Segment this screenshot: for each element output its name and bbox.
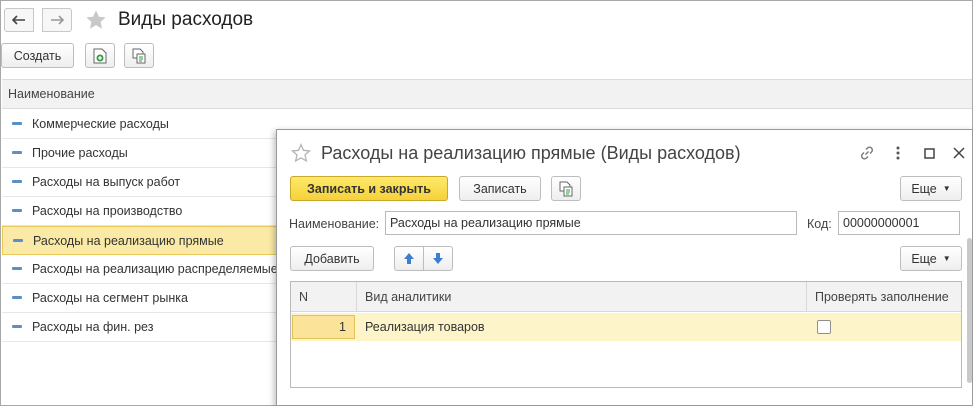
list-item-label: Расходы на сегмент рынка bbox=[32, 291, 188, 305]
create-button[interactable]: Создать bbox=[1, 43, 74, 68]
add-copy-icon bbox=[93, 48, 107, 63]
arrow-left-icon bbox=[12, 15, 25, 25]
save-button[interactable]: Записать bbox=[459, 176, 541, 201]
close-button[interactable] bbox=[949, 143, 969, 163]
list-item-label: Расходы на фин. рез bbox=[32, 320, 154, 334]
arrow-up-icon bbox=[404, 253, 414, 264]
list-item-label: Расходы на реализацию распределяемые bbox=[32, 262, 278, 276]
move-up-button[interactable] bbox=[394, 246, 424, 271]
item-marker-icon bbox=[12, 325, 22, 328]
more-menu-button[interactable]: Еще ▼ bbox=[900, 176, 962, 201]
more-vertical-icon bbox=[896, 146, 900, 160]
doc-report-icon bbox=[132, 48, 146, 63]
item-marker-icon bbox=[12, 151, 22, 154]
arrow-down-icon bbox=[433, 253, 443, 264]
column-header-n[interactable]: N bbox=[291, 282, 357, 312]
close-icon bbox=[953, 147, 965, 159]
report-button[interactable] bbox=[124, 43, 154, 68]
page-title: Виды расходов bbox=[118, 9, 254, 30]
favorite-star-icon[interactable] bbox=[290, 143, 312, 166]
add-copy-button[interactable] bbox=[85, 43, 115, 68]
item-marker-icon bbox=[12, 209, 22, 212]
list-item-label: Прочие расходы bbox=[32, 146, 128, 160]
arrow-right-icon bbox=[51, 15, 64, 25]
code-label: Код: bbox=[807, 217, 832, 231]
analytics-table: N Вид аналитики Проверять заполнение 1 Р… bbox=[290, 281, 962, 388]
item-marker-icon bbox=[12, 122, 22, 125]
favorite-star-icon[interactable] bbox=[85, 9, 107, 34]
doc-report-icon bbox=[559, 181, 573, 196]
more-actions-button[interactable] bbox=[888, 143, 908, 163]
list-item-label: Расходы на реализацию прямые bbox=[33, 234, 224, 248]
save-and-close-button[interactable]: Записать и закрыть bbox=[290, 176, 448, 201]
form-title: Расходы на реализацию прямые (Виды расхо… bbox=[321, 143, 741, 163]
scrollbar[interactable] bbox=[967, 238, 972, 383]
forward-button[interactable] bbox=[42, 8, 72, 32]
item-marker-icon bbox=[13, 239, 23, 242]
back-button[interactable] bbox=[4, 8, 34, 32]
name-input[interactable]: Расходы на реализацию прямые bbox=[385, 211, 797, 235]
dropdown-arrow-icon: ▼ bbox=[942, 184, 951, 193]
check-filling-checkbox[interactable] bbox=[817, 320, 831, 334]
table-more-menu-button[interactable]: Еще ▼ bbox=[900, 246, 962, 271]
move-down-button[interactable] bbox=[423, 246, 453, 271]
more-label: Еще bbox=[911, 251, 937, 266]
list-item-label: Коммерческие расходы bbox=[32, 117, 169, 131]
item-marker-icon bbox=[12, 180, 22, 183]
analytics-kind-cell[interactable]: Реализация товаров bbox=[365, 313, 485, 341]
link-icon bbox=[860, 146, 874, 160]
column-header-check[interactable]: Проверять заполнение bbox=[807, 282, 961, 312]
list-item-label: Расходы на выпуск работ bbox=[32, 175, 181, 189]
maximize-icon bbox=[923, 147, 935, 159]
add-row-button[interactable]: Добавить bbox=[290, 246, 374, 271]
dropdown-arrow-icon: ▼ bbox=[942, 254, 951, 263]
item-form-window: Расходы на реализацию прямые (Виды расхо… bbox=[276, 129, 973, 406]
name-label: Наименование: bbox=[289, 217, 380, 231]
list-item-label: Расходы на производство bbox=[32, 204, 183, 218]
more-label: Еще bbox=[911, 181, 937, 196]
column-header-name[interactable]: Наименование bbox=[2, 79, 972, 109]
code-input[interactable]: 00000000001 bbox=[838, 211, 960, 235]
table-row[interactable]: 1 Реализация товаров bbox=[291, 313, 961, 341]
row-number-cell[interactable]: 1 bbox=[292, 315, 355, 339]
column-header-kind[interactable]: Вид аналитики bbox=[357, 282, 807, 312]
item-marker-icon bbox=[12, 267, 22, 270]
table-header: N Вид аналитики Проверять заполнение bbox=[291, 282, 961, 312]
maximize-button[interactable] bbox=[919, 143, 939, 163]
report-button[interactable] bbox=[551, 176, 581, 201]
link-button[interactable] bbox=[857, 143, 877, 163]
item-marker-icon bbox=[12, 296, 22, 299]
